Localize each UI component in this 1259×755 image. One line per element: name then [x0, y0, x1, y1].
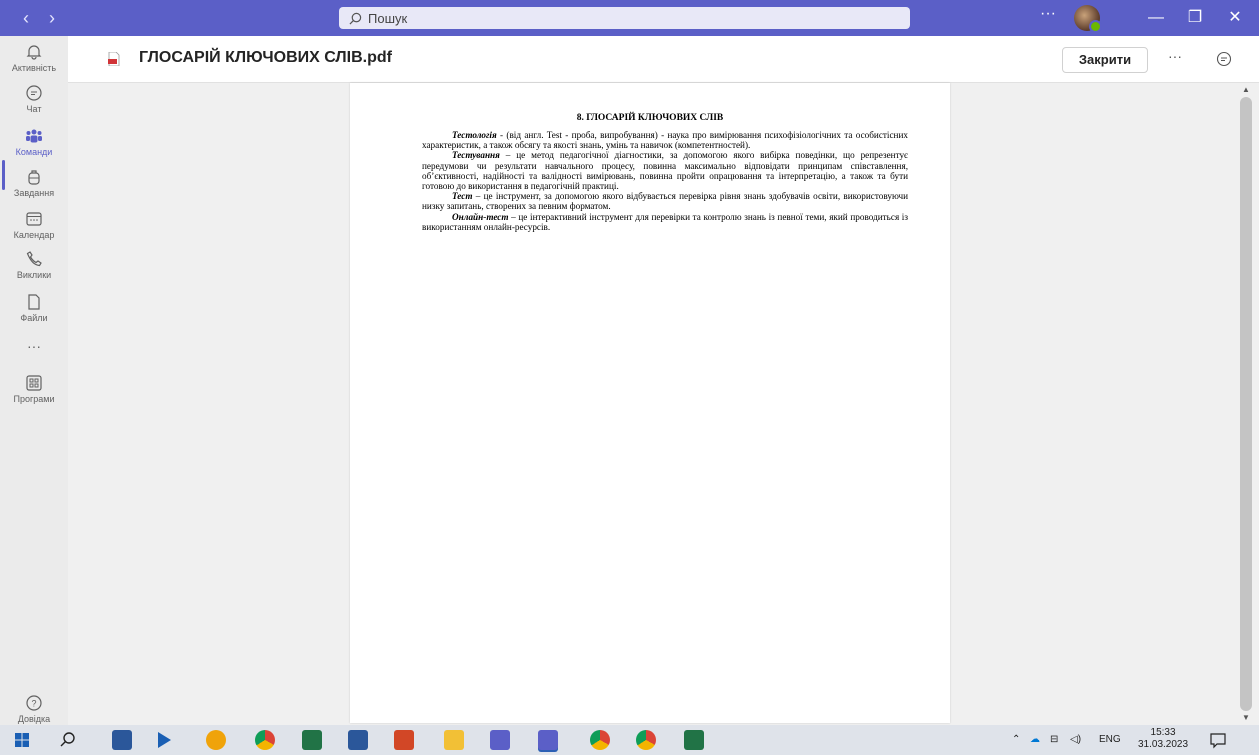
calculator-icon[interactable] — [684, 730, 704, 750]
conversation-icon[interactable] — [1216, 51, 1232, 67]
tray-chevron-icon[interactable]: ⌃ — [1012, 725, 1020, 755]
rail-item-label: Завдання — [13, 188, 55, 198]
scroll-down-icon[interactable]: ▼ — [1240, 713, 1252, 723]
rail-item-label: Програми — [13, 394, 55, 404]
app-icon[interactable] — [206, 730, 226, 750]
media-player-icon[interactable] — [154, 730, 174, 750]
windows-start-icon[interactable] — [12, 730, 32, 750]
rail-item-calls[interactable]: Виклики — [0, 250, 68, 280]
chrome-icon[interactable] — [255, 730, 275, 750]
file-header: ГЛОСАРІЙ КЛЮЧОВИХ СЛІВ.pdf Закрити ··· — [68, 36, 1259, 83]
backpack-icon — [28, 170, 40, 185]
scroll-up-icon[interactable]: ▲ — [1240, 85, 1252, 95]
rail-item-label: Активність — [11, 63, 57, 73]
rail-item-activity[interactable]: Активність — [0, 43, 68, 73]
close-file-button[interactable]: Закрити — [1062, 47, 1148, 73]
vertical-scrollbar[interactable]: ▲ ▼ — [1234, 83, 1259, 725]
glossary-entry: Тест – це інструмент, за допомогою якого… — [422, 191, 908, 211]
rail-item-files[interactable]: Файли — [0, 293, 68, 323]
minimize-button[interactable]: — — [1141, 4, 1171, 32]
excel-icon[interactable] — [302, 730, 322, 750]
clock-date: 31.03.2023 — [1138, 739, 1189, 750]
document-heading: 8. ГЛОСАРІЙ КЛЮЧОВИХ СЛІВ — [576, 113, 724, 123]
teams-icon — [26, 129, 42, 143]
rail-item-label: Виклики — [16, 270, 52, 280]
app-rail: Активність Чат Команди Завдання Календар… — [0, 36, 68, 725]
chrome-profile-icon[interactable] — [636, 730, 656, 750]
pdf-file-icon — [108, 52, 120, 66]
search-placeholder: Пошук — [368, 10, 408, 26]
notifications-icon[interactable] — [1208, 730, 1228, 750]
glossary-entry: Тестологія - (від англ. Test - проба, ви… — [422, 130, 908, 150]
rail-item-apps[interactable]: Програми — [0, 374, 68, 404]
volume-icon[interactable]: ◁) — [1070, 725, 1081, 755]
rail-item-label: Чат — [26, 104, 42, 114]
svg-text:?: ? — [31, 699, 36, 709]
teams-icon[interactable] — [490, 730, 510, 750]
language-indicator[interactable]: ENG — [1099, 725, 1121, 755]
chrome-profile-icon[interactable] — [590, 730, 610, 750]
search-icon[interactable] — [58, 730, 78, 750]
rail-item-assignments[interactable]: Завдання — [0, 168, 68, 198]
calendar-icon — [26, 212, 42, 226]
powerpoint-icon[interactable] — [394, 730, 414, 750]
rail-item-label: Календар — [13, 230, 55, 240]
rail-item-label: Довідка — [17, 714, 51, 724]
rail-item-help[interactable]: ? Довідка — [0, 694, 68, 724]
back-button[interactable]: ‹ — [14, 6, 38, 30]
glossary-entry: Тестування – це метод педагогічної діагн… — [422, 150, 908, 191]
rail-item-label: Команди — [15, 147, 53, 157]
apps-icon — [26, 375, 42, 391]
more-options-button[interactable]: ··· — [1168, 48, 1182, 64]
network-icon[interactable]: ⊟ — [1050, 725, 1058, 755]
chat-icon — [26, 85, 42, 101]
glossary-entry: Онлайн-тест – це інтерактивний інструмен… — [422, 212, 908, 232]
rail-item-label: Файли — [20, 313, 48, 323]
clock-time: 15:33 — [1150, 727, 1176, 738]
search-box[interactable]: Пошук — [339, 7, 910, 29]
more-options-button[interactable]: ··· — [1040, 5, 1056, 23]
maximize-button[interactable]: ❐ — [1180, 4, 1210, 32]
rail-item-more[interactable]: ··· — [0, 338, 68, 354]
glossary-term: Онлайн-тест — [452, 211, 509, 222]
rail-item-calendar[interactable]: Календар — [0, 210, 68, 240]
file-explorer-icon[interactable] — [444, 730, 464, 750]
teams-active-icon[interactable] — [538, 730, 558, 750]
clock[interactable]: 15:33 31.03.2023 — [1138, 727, 1188, 751]
avatar[interactable] — [1074, 5, 1102, 33]
phone-icon — [26, 251, 42, 267]
onedrive-icon[interactable]: ☁ — [1030, 725, 1040, 755]
pdf-viewer[interactable]: 8. ГЛОСАРІЙ КЛЮЧОВИХ СЛІВ Тестологія - (… — [68, 83, 1234, 725]
help-icon: ? — [26, 695, 42, 711]
file-title: ГЛОСАРІЙ КЛЮЧОВИХ СЛІВ.pdf — [139, 49, 392, 66]
glossary-term: Тест — [452, 191, 473, 202]
status-available-icon — [1089, 20, 1102, 33]
search-icon — [349, 12, 362, 24]
glossary-term: Тестування — [452, 150, 500, 161]
word-icon[interactable] — [348, 730, 368, 750]
more-icon: ··· — [27, 338, 41, 354]
bell-icon — [26, 45, 42, 60]
save-app-icon[interactable] — [112, 730, 132, 750]
forward-button[interactable]: › — [40, 6, 64, 30]
rail-item-chat[interactable]: Чат — [0, 84, 68, 114]
glossary-definition: – це інструмент, за допомогою якого відб… — [422, 191, 908, 212]
scroll-thumb[interactable] — [1240, 97, 1252, 711]
rail-item-teams[interactable]: Команди — [0, 127, 68, 157]
glossary-term: Тестологія — [452, 130, 497, 140]
pdf-page: 8. ГЛОСАРІЙ КЛЮЧОВИХ СЛІВ Тестологія - (… — [350, 83, 950, 723]
close-window-button[interactable]: ✕ — [1220, 4, 1250, 32]
file-icon — [28, 294, 40, 310]
title-bar: ‹ › Пошук ··· — ❐ ✕ — [0, 0, 1259, 36]
windows-taskbar: ⌃ ☁ ⊟ ◁) ENG 15:33 31.03.2023 — [0, 725, 1259, 755]
document-body: Тестологія - (від англ. Test - проба, ви… — [422, 130, 908, 232]
